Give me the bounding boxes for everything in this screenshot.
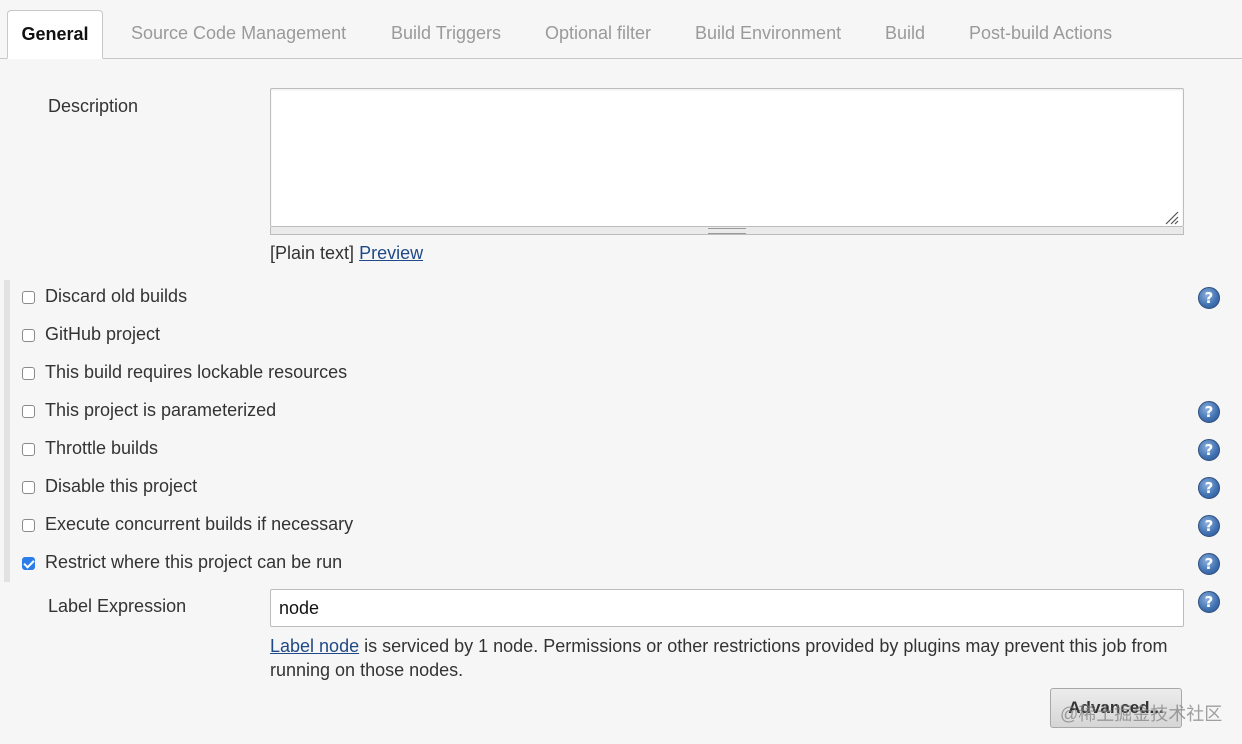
restrict-where-run-label: Restrict where this project can be run [45, 552, 343, 572]
grip-lines-icon [708, 228, 746, 234]
label-expression-info: Label node is serviced by 1 node. Permis… [270, 634, 1184, 682]
parameterized-label: This project is parameterized [45, 400, 277, 420]
lockable-resources-label: This build requires lockable resources [45, 362, 348, 382]
disable-project-checkbox[interactable] [22, 481, 35, 494]
preview-link[interactable]: Preview [359, 243, 423, 263]
discard-old-builds-checkbox[interactable] [22, 291, 35, 304]
help-label-expression-icon[interactable]: ? [1198, 591, 1220, 613]
github-project-checkbox[interactable] [22, 329, 35, 342]
plain-text-label: [Plain text] [270, 243, 355, 263]
label-expression-label: Label Expression [48, 596, 187, 616]
tab-build-triggers[interactable]: Build Triggers [391, 10, 501, 57]
description-format-hint: [Plain text] Preview [270, 243, 423, 264]
tab-post-build-actions[interactable]: Post-build Actions [969, 10, 1112, 57]
concurrent-builds-checkbox[interactable] [22, 519, 35, 532]
tab-build-environment[interactable]: Build Environment [695, 10, 841, 57]
tab-general[interactable]: General [7, 10, 103, 59]
label-node-link[interactable]: Label node [270, 636, 359, 656]
tab-source-code-management[interactable]: Source Code Management [131, 10, 346, 57]
help-discard-old-builds-icon[interactable]: ? [1198, 287, 1220, 309]
lockable-resources-checkbox[interactable] [22, 367, 35, 380]
job-config-page: General Source Code Management Build Tri… [0, 0, 1242, 744]
help-restrict-where-run-icon[interactable]: ? [1198, 553, 1220, 575]
advanced-button[interactable]: Advanced... [1050, 688, 1182, 728]
label-expression-input[interactable] [270, 589, 1184, 627]
tab-optional-filter[interactable]: Optional filter [545, 10, 651, 57]
section-indicator-bar [4, 280, 10, 582]
discard-old-builds-label: Discard old builds [45, 286, 188, 306]
description-textarea[interactable] [270, 88, 1184, 227]
throttle-builds-label: Throttle builds [45, 438, 159, 458]
resize-handle-icon[interactable] [1163, 209, 1179, 225]
restrict-where-run-checkbox[interactable] [22, 557, 35, 570]
github-project-label: GitHub project [45, 324, 161, 344]
textarea-resize-grip[interactable] [270, 227, 1184, 235]
help-parameterized-icon[interactable]: ? [1198, 401, 1220, 423]
concurrent-builds-label: Execute concurrent builds if necessary [45, 514, 354, 534]
help-throttle-builds-icon[interactable]: ? [1198, 439, 1220, 461]
parameterized-checkbox[interactable] [22, 405, 35, 418]
description-label: Description [48, 96, 139, 116]
throttle-builds-checkbox[interactable] [22, 443, 35, 456]
config-tab-bar: General Source Code Management Build Tri… [0, 0, 1242, 59]
disable-project-label: Disable this project [45, 476, 198, 496]
tab-build[interactable]: Build [885, 10, 925, 57]
help-disable-project-icon[interactable]: ? [1198, 477, 1220, 499]
help-concurrent-builds-icon[interactable]: ? [1198, 515, 1220, 537]
label-expression-info-text: is serviced by 1 node. Permissions or ot… [270, 636, 1168, 680]
